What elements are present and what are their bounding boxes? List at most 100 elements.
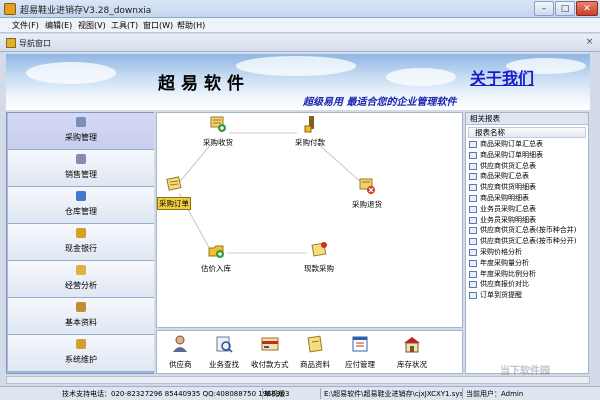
purchase-payment-item[interactable]: 采购付款 xyxy=(295,115,325,148)
maintenance-icon xyxy=(76,339,86,349)
report-doc-icon xyxy=(469,292,477,300)
payable-button[interactable]: 应付管理 xyxy=(345,335,375,370)
data-path: E:\超易软件\超易鞋业进销存\cjxJXCXY1.sys xyxy=(324,390,464,398)
report-doc-icon xyxy=(469,162,477,170)
menu-window[interactable]: 窗口(W) xyxy=(143,20,173,31)
purchase-order-icon xyxy=(166,176,182,191)
cash-purchase-item[interactable]: 现款采购 xyxy=(304,241,334,274)
supplier-button[interactable]: 供应商 xyxy=(169,335,192,370)
menu-edit[interactable]: 编辑(E) xyxy=(45,20,72,31)
report-doc-icon xyxy=(469,281,477,289)
report-name: 商品采购订单明细表 xyxy=(480,150,543,159)
sidebar-item-analysis[interactable]: 经营分析 xyxy=(8,261,154,298)
report-name: 商品采购订单汇总表 xyxy=(480,140,543,148)
sidebar-item-maintenance[interactable]: 系统维护 xyxy=(8,335,154,372)
report-list-item[interactable]: 订单到货提醒 xyxy=(468,290,586,301)
report-name: 订单到货提醒 xyxy=(480,291,522,300)
module-sidebar: 采购管理 销售管理 仓库管理 现金银行 经营分析 基本资料 系统维护 xyxy=(6,112,154,374)
report-doc-icon xyxy=(469,238,477,246)
estimate-stock-in-icon xyxy=(208,245,224,258)
reports-column-header[interactable]: 报表名称 xyxy=(468,127,586,138)
report-list-item[interactable]: 供应商供货汇总表 xyxy=(468,161,586,172)
report-list-item[interactable]: 采购价格分析 xyxy=(468,247,586,258)
menu-tools[interactable]: 工具(T) xyxy=(111,20,138,31)
payable-icon xyxy=(352,336,368,352)
report-list-item[interactable]: 业务员采购明细表 xyxy=(468,215,586,226)
purchase-order-item[interactable]: 采购订单 xyxy=(157,175,191,210)
report-doc-icon xyxy=(469,216,477,224)
reports-header: 相关报表 xyxy=(466,113,588,125)
report-list-item[interactable]: 年度采购比例分析 xyxy=(468,269,586,280)
sidebar-item-label: 销售管理 xyxy=(65,170,97,179)
app-icon xyxy=(4,3,16,15)
report-list-item[interactable]: 年度采购量分析 xyxy=(468,258,586,269)
report-name: 商品采购汇总表 xyxy=(480,172,529,181)
report-doc-icon xyxy=(469,173,477,181)
current-user: 当前用户：Admin xyxy=(466,390,524,398)
report-name: 供应商供货汇总表 xyxy=(480,161,536,170)
cash-purchase-icon xyxy=(311,242,327,257)
sidebar-item-basic-data[interactable]: 基本资料 xyxy=(8,298,154,335)
sidebar-item-label: 采购管理 xyxy=(65,133,97,142)
menu-file[interactable]: 文件(F) xyxy=(12,20,39,31)
purchase-payment-icon xyxy=(304,116,314,133)
business-search-label: 业务查找 xyxy=(209,360,239,369)
sidebar-item-sales[interactable]: 销售管理 xyxy=(8,150,154,187)
close-button[interactable]: ✕ xyxy=(576,1,598,16)
title-bar: 超易鞋业进销存V3.28_downxia – □ ✕ xyxy=(0,0,600,18)
payment-method-button[interactable]: 收付款方式 xyxy=(251,335,289,370)
sidebar-item-purchase[interactable]: 采购管理 xyxy=(8,113,154,150)
inventory-icon xyxy=(404,337,420,353)
report-list-item[interactable]: 供应商报价对比 xyxy=(468,279,586,290)
window-title: 超易鞋业进销存V3.28_downxia xyxy=(20,6,152,16)
purchase-return-icon xyxy=(359,178,375,194)
report-list-item[interactable]: 业务员采购汇总表 xyxy=(468,204,586,215)
report-doc-icon xyxy=(469,151,477,159)
status-bar: 技术支持电话：020-82327296 85440935 QQ:40808875… xyxy=(0,386,600,400)
report-name: 商品采购明细表 xyxy=(480,193,529,202)
report-name: 采购价格分析 xyxy=(480,247,522,256)
purchase-return-item[interactable]: 采购退货 xyxy=(352,177,382,210)
report-doc-icon xyxy=(469,184,477,192)
sidebar-item-label: 系统维护 xyxy=(65,355,97,364)
payment-method-icon xyxy=(261,337,279,351)
report-name: 供应商供货汇总表(按币种合并) xyxy=(480,226,577,235)
estimate-stock-in-item[interactable]: 估价入库 xyxy=(201,241,231,274)
receive-goods-icon xyxy=(210,116,226,132)
report-name: 业务员采购汇总表 xyxy=(480,204,536,213)
report-doc-icon xyxy=(469,259,477,267)
menu-help[interactable]: 帮助(H) xyxy=(177,20,205,31)
report-name: 年度采购比例分析 xyxy=(480,269,536,278)
minimize-button[interactable]: – xyxy=(534,1,554,16)
report-list-item[interactable]: 商品采购订单汇总表 xyxy=(468,139,586,150)
inventory-button[interactable]: 库存状况 xyxy=(397,335,427,370)
report-doc-icon xyxy=(469,141,477,148)
report-list-item[interactable]: 商品采购订单明细表 xyxy=(468,150,586,161)
quick-toolbar: 供应商 业务查找 收付款方式 商品资料 应付管理 库存状况 xyxy=(156,330,463,374)
app-name: 超易软件 xyxy=(158,74,250,94)
purchase-payment-label: 采购付款 xyxy=(295,138,325,147)
nav-close-icon[interactable]: × xyxy=(584,37,595,48)
receive-goods-item[interactable]: 采购收货 xyxy=(203,115,233,148)
sidebar-item-label: 基本资料 xyxy=(65,318,97,327)
purchase-order-label: 采购订单 xyxy=(157,197,191,210)
sidebar-item-cash[interactable]: 现金银行 xyxy=(8,224,154,261)
report-name: 供应商供货明细表 xyxy=(480,183,536,192)
nav-window-icon xyxy=(6,38,16,48)
report-list-item[interactable]: 供应商供货明细表 xyxy=(468,182,586,193)
report-name: 供应商报价对比 xyxy=(480,280,529,289)
payment-method-label: 收付款方式 xyxy=(251,360,289,369)
report-list-item[interactable]: 商品采购汇总表 xyxy=(468,171,586,182)
business-search-button[interactable]: 业务查找 xyxy=(209,335,239,370)
report-list-item[interactable]: 商品采购明细表 xyxy=(468,193,586,204)
report-list-item[interactable]: 供应商供货汇总表(按币种分开) xyxy=(468,236,586,247)
edition-label: 单机版 xyxy=(264,390,285,398)
report-list-item[interactable]: 供应商供货汇总表(按币种合并) xyxy=(468,225,586,236)
product-data-icon xyxy=(307,335,323,353)
menu-view[interactable]: 视图(V) xyxy=(78,20,106,31)
product-data-button[interactable]: 商品资料 xyxy=(300,335,330,370)
sidebar-item-warehouse[interactable]: 仓库管理 xyxy=(8,187,154,224)
about-us-link[interactable]: 关于我们 xyxy=(470,65,534,89)
maximize-button[interactable]: □ xyxy=(555,1,575,16)
receive-goods-label: 采购收货 xyxy=(203,138,233,147)
